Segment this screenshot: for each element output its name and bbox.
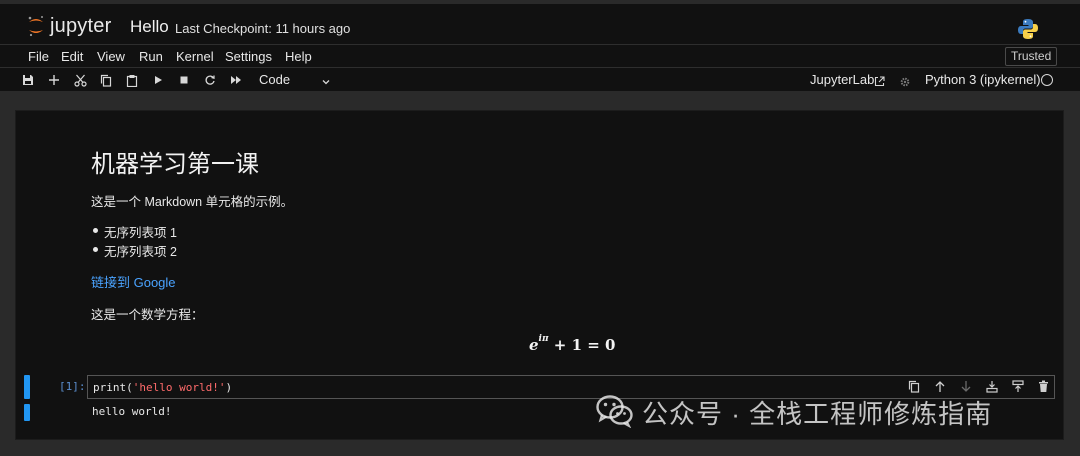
fast-forward-icon[interactable] <box>229 73 243 87</box>
notebook-title[interactable]: Hello <box>130 17 169 37</box>
kernel-name[interactable]: Python 3 (ipykernel) <box>925 72 1041 87</box>
equation-intro: 这是一个数学方程： <box>91 308 204 322</box>
menu-run[interactable]: Run <box>139 49 163 64</box>
list-item: 无序列表项 2 <box>104 245 177 259</box>
code-close: ) <box>225 381 233 394</box>
code-string: 'hello world!' <box>132 381 226 394</box>
notebook-header: jupyter Hello Last Checkpoint: 11 hours … <box>0 0 1080 44</box>
external-link-icon[interactable] <box>874 74 885 92</box>
run-icon[interactable] <box>151 73 165 87</box>
cell-output: hello world! <box>92 405 172 418</box>
save-icon[interactable] <box>21 73 35 87</box>
menu-settings[interactable]: Settings <box>225 49 272 64</box>
execution-prompt: [1]: <box>59 380 86 393</box>
jupyterlab-link[interactable]: JupyterLab <box>810 72 874 87</box>
menu-edit[interactable]: Edit <box>61 49 83 64</box>
markdown-intro: 这是一个 Markdown 单元格的示例。 <box>91 195 294 209</box>
menu-help[interactable]: Help <box>285 49 312 64</box>
kernel-settings-icon[interactable] <box>900 74 910 92</box>
cut-icon[interactable] <box>73 73 87 87</box>
list-bullet <box>93 228 98 233</box>
python-logo-icon <box>1016 17 1040 41</box>
chevron-down-icon[interactable] <box>321 74 331 92</box>
google-link[interactable]: 链接到 Google <box>91 272 176 291</box>
notebook-toolbar: Code JupyterLab Python 3 (ipykernel) <box>0 68 1080 92</box>
markdown-heading: 机器学习第一课 <box>91 151 259 178</box>
last-checkpoint: Last Checkpoint: 11 hours ago <box>175 21 351 36</box>
kernel-status-icon <box>1041 74 1053 86</box>
output-collapser[interactable] <box>24 404 30 421</box>
trusted-badge[interactable]: Trusted <box>1005 47 1058 66</box>
cell-type-select[interactable]: Code <box>259 72 290 87</box>
paste-icon[interactable] <box>125 73 139 87</box>
add-cell-icon[interactable] <box>47 73 61 87</box>
cell-collapser[interactable] <box>24 375 30 399</box>
menubar: File Edit View Run Kernel Settings Help … <box>0 44 1080 68</box>
menu-file[interactable]: File <box>28 49 49 64</box>
restart-icon[interactable] <box>203 73 217 87</box>
code-func: print( <box>93 381 133 394</box>
math-equation: eiπ + 1 = 0 <box>529 334 616 354</box>
copy-icon[interactable] <box>99 73 113 87</box>
menu-kernel[interactable]: Kernel <box>176 49 214 64</box>
watermark: 公众号 · 全栈工程师修炼指南 <box>596 392 1056 432</box>
jupyter-logo-icon <box>26 14 46 38</box>
jupyter-logo[interactable]: jupyter <box>26 12 122 40</box>
code-line[interactable]: print('hello world!') <box>93 381 232 394</box>
menu-view[interactable]: View <box>97 49 125 64</box>
watermark-text: 公众号 · 全栈工程师修炼指南 <box>642 399 993 429</box>
wechat-icon <box>596 394 634 433</box>
stop-icon[interactable] <box>177 73 191 87</box>
list-item: 无序列表项 1 <box>104 226 177 240</box>
jupyter-logo-text: jupyter <box>50 14 112 37</box>
list-bullet <box>93 247 98 252</box>
